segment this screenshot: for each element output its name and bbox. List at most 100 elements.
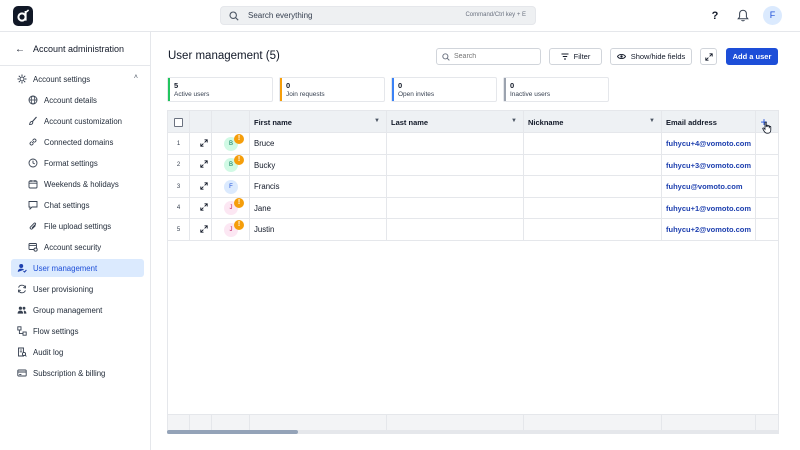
nickname-cell[interactable] xyxy=(524,154,662,176)
row-expand-cell[interactable] xyxy=(190,219,212,240)
last-name-cell[interactable] xyxy=(387,197,524,219)
sidebar-item-label: Format settings xyxy=(44,158,98,168)
stat-card-inactive-users[interactable]: 0 Inactive users xyxy=(503,77,609,102)
chevron-down-icon[interactable]: ▼ xyxy=(649,118,655,124)
last-name-cell[interactable] xyxy=(387,219,524,240)
user-search-box[interactable] xyxy=(436,48,541,65)
user-search-input[interactable] xyxy=(454,51,536,62)
back-to-admin-link[interactable]: ← Account administration xyxy=(15,42,124,56)
row-avatar-cell[interactable]: B! xyxy=(212,154,250,176)
column-header-first-name[interactable]: First name ▼ xyxy=(250,111,387,133)
chevron-down-icon[interactable]: ▼ xyxy=(511,118,517,124)
email-cell[interactable]: fuhycu+2@vomoto.com xyxy=(662,219,756,240)
column-header-email[interactable]: Email address xyxy=(662,111,756,133)
table-row[interactable]: 1 B! Bruce fuhycu+4@vomoto.com xyxy=(168,133,778,155)
show-hide-fields-button[interactable]: Show/hide fields xyxy=(610,48,692,65)
nickname-cell[interactable] xyxy=(524,176,662,197)
user-avatar[interactable]: F xyxy=(763,6,782,25)
email-cell[interactable]: fuhycu+4@vomoto.com xyxy=(662,133,756,154)
sidebar-item-format-settings[interactable]: Format settings xyxy=(11,154,144,172)
email-cell[interactable]: fuhycu@vomoto.com xyxy=(662,176,756,197)
email-cell[interactable]: fuhycu+3@vomoto.com xyxy=(662,154,756,176)
row-number-cell[interactable]: 2 xyxy=(168,154,190,176)
expand-row-icon[interactable] xyxy=(200,181,208,192)
row-avatar-cell[interactable]: B! xyxy=(212,133,250,154)
row-expand-cell[interactable] xyxy=(190,197,212,219)
row-expand-cell[interactable] xyxy=(190,133,212,154)
sidebar-item-chat-settings[interactable]: Chat settings xyxy=(11,196,144,214)
stat-value: 0 xyxy=(510,81,515,90)
table-row[interactable]: 2 B! Bucky fuhycu+3@vomoto.com xyxy=(168,154,778,176)
sidebar-item-user-provisioning[interactable]: User provisioning xyxy=(11,280,144,298)
brush-icon xyxy=(28,116,38,126)
expand-row-icon[interactable] xyxy=(200,224,208,235)
row-avatar-cell[interactable]: J! xyxy=(212,197,250,219)
clock-icon xyxy=(28,158,38,168)
horizontal-scrollbar[interactable] xyxy=(167,430,779,434)
column-header-nickname[interactable]: Nickname ▼ xyxy=(524,111,662,133)
expand-row-icon[interactable] xyxy=(200,160,208,170)
sidebar-item-label: Flow settings xyxy=(33,326,79,336)
sidebar-item-label: Audit log xyxy=(33,347,64,357)
stat-card-active-users[interactable]: 5 Active users xyxy=(167,77,273,102)
globe-icon xyxy=(28,95,38,105)
last-name-cell[interactable] xyxy=(387,133,524,154)
column-header-last-name[interactable]: Last name ▼ xyxy=(387,111,524,133)
first-name-cell[interactable]: Bucky xyxy=(250,154,387,176)
filter-button[interactable]: Filter xyxy=(549,48,602,65)
chevron-down-icon[interactable]: ▼ xyxy=(374,118,380,124)
sidebar-item-account-customization[interactable]: Account customization xyxy=(11,112,144,130)
bell-icon[interactable] xyxy=(737,9,749,22)
expand-row-icon[interactable] xyxy=(200,138,208,149)
email-cell[interactable]: fuhycu+1@vomoto.com xyxy=(662,197,756,219)
first-name-cell[interactable]: Justin xyxy=(250,219,387,240)
row-avatar-cell[interactable]: F xyxy=(212,176,250,197)
app-logo[interactable] xyxy=(13,6,33,26)
row-expand-cell[interactable] xyxy=(190,154,212,176)
sidebar-item-group-management[interactable]: Group management xyxy=(11,301,144,319)
link-icon xyxy=(28,137,38,147)
table-row[interactable]: 3 F Francis fuhycu@vomoto.com xyxy=(168,176,778,198)
sidebar-item-user-management[interactable]: User management xyxy=(11,259,144,277)
nickname-cell[interactable] xyxy=(524,133,662,154)
last-name-cell[interactable] xyxy=(387,176,524,197)
first-name-cell[interactable]: Jane xyxy=(250,197,387,219)
expand-row-icon[interactable] xyxy=(200,203,208,213)
row-number-cell[interactable]: 5 xyxy=(168,219,190,240)
row-number-cell[interactable]: 3 xyxy=(168,176,190,197)
sidebar-item-account-security[interactable]: Account security xyxy=(11,238,144,256)
sidebar-item-account-details[interactable]: Account details xyxy=(11,91,144,109)
sidebar-item-connected-domains[interactable]: Connected domains xyxy=(11,133,144,151)
table-row[interactable]: 4 J! Jane fuhycu+1@vomoto.com xyxy=(168,197,778,219)
expand-view-button[interactable] xyxy=(700,48,717,65)
first-name-cell[interactable]: Francis xyxy=(250,176,387,197)
first-name-cell[interactable]: Bruce xyxy=(250,133,387,154)
row-number-cell[interactable]: 1 xyxy=(168,133,190,154)
stat-card-open-invites[interactable]: 0 Open invites xyxy=(391,77,497,102)
row-avatar-cell[interactable]: J! xyxy=(212,219,250,240)
select-all-checkbox[interactable] xyxy=(174,117,183,127)
paperclip-icon xyxy=(28,221,38,231)
nickname-cell[interactable] xyxy=(524,197,662,219)
sidebar-item-subscription-billing[interactable]: Subscription & billing xyxy=(11,364,144,382)
nickname-cell[interactable] xyxy=(524,219,662,240)
sidebar-item-audit-log[interactable]: Audit log xyxy=(11,343,144,361)
add-user-button[interactable]: Add a user xyxy=(726,48,778,65)
chevron-up-icon[interactable]: ˄ xyxy=(134,74,138,81)
row-number-cell[interactable]: 4 xyxy=(168,197,190,219)
table-row[interactable]: 5 J! Justin fuhycu+2@vomoto.com xyxy=(168,219,778,241)
sidebar-item-file-upload-settings[interactable]: File upload settings xyxy=(11,217,144,235)
global-search-bar[interactable]: Search everything Command/Ctrl key + E xyxy=(220,6,536,25)
scrollbar-thumb[interactable] xyxy=(167,430,298,434)
last-name-cell[interactable] xyxy=(387,154,524,176)
sidebar-item-flow-settings[interactable]: Flow settings xyxy=(11,322,144,340)
sidebar-divider xyxy=(0,65,150,66)
stat-label: Active users xyxy=(174,91,210,98)
help-icon[interactable]: ? xyxy=(708,9,722,23)
stat-card-join-requests[interactable]: 0 Join requests xyxy=(279,77,385,102)
sidebar-item-account-settings[interactable]: Account settings ˄ xyxy=(11,70,144,88)
sidebar-item-weekends-holidays[interactable]: Weekends & holidays xyxy=(11,175,144,193)
chat-icon xyxy=(28,200,38,211)
warning-badge-icon: ! xyxy=(234,155,244,165)
row-expand-cell[interactable] xyxy=(190,176,212,197)
